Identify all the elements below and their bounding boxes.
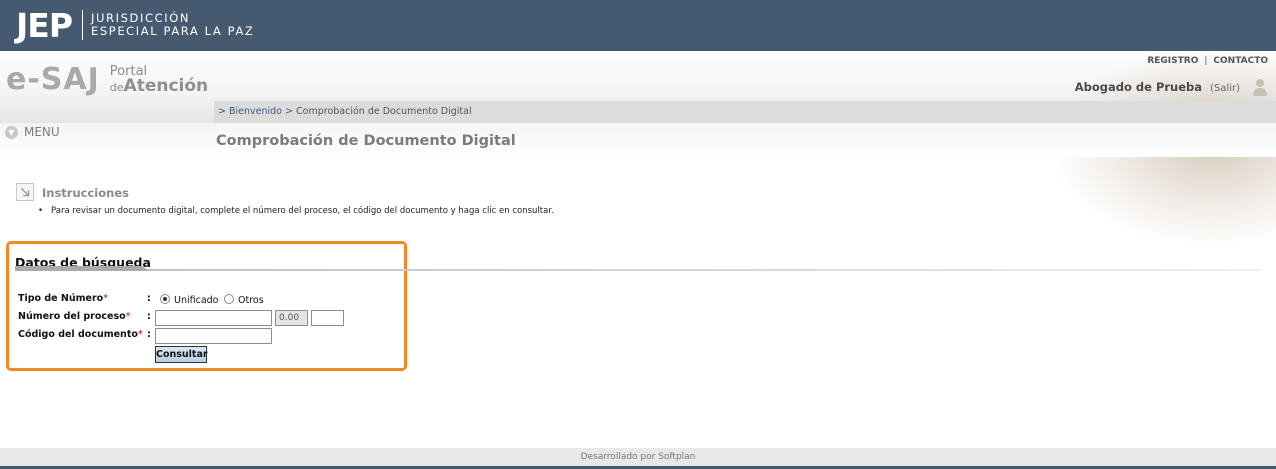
consultar-button[interactable]: Consultar bbox=[155, 346, 208, 363]
portal-atencion-label: Portal deAtención bbox=[109, 64, 209, 96]
colon: : bbox=[147, 329, 151, 340]
footer: Desarrollado por Softplan bbox=[0, 448, 1276, 466]
section-divider bbox=[15, 269, 1260, 271]
numero-extra-input[interactable] bbox=[311, 310, 344, 326]
colon: : bbox=[147, 293, 151, 304]
instructions-title: Instrucciones bbox=[42, 186, 129, 200]
top-banner: JEP JURISDICCIÓN ESPECIAL PARA LA PAZ bbox=[0, 0, 1276, 51]
contacto-link[interactable]: CONTACTO bbox=[1213, 56, 1268, 66]
breadcrumb: > Bienvenido > Comprobación de Documento… bbox=[218, 106, 472, 117]
codigo-documento-label: Código del documento* bbox=[18, 329, 143, 340]
esaj-logo[interactable]: e-SAJ Portal deAtención bbox=[6, 62, 208, 97]
menu-label: MENU bbox=[24, 125, 60, 139]
user-name: Abogado de Prueba bbox=[1074, 80, 1203, 94]
required-mark: * bbox=[103, 293, 108, 304]
jep-logo-letters: JEP bbox=[16, 5, 73, 45]
menu-button[interactable]: ▼ MENU bbox=[5, 125, 60, 139]
page-title: Comprobación de Documento Digital bbox=[216, 133, 516, 149]
radio-otros-label[interactable]: Otros bbox=[238, 295, 264, 306]
codigo-documento-label-text: Código del documento bbox=[18, 329, 138, 340]
logo-divider bbox=[82, 10, 84, 40]
instructions-bullet: • bbox=[38, 206, 44, 216]
codigo-documento-input[interactable] bbox=[155, 328, 272, 344]
numero-proceso-input[interactable] bbox=[155, 310, 272, 326]
required-mark: * bbox=[137, 329, 143, 340]
user-info: Abogado de Prueba (Salir) bbox=[1075, 80, 1240, 94]
breadcrumb-prefix: > bbox=[218, 106, 226, 117]
breadcrumb-separator: > bbox=[285, 106, 293, 117]
jep-logo-line2: ESPECIAL PARA LA PAZ bbox=[91, 24, 255, 38]
required-mark: * bbox=[125, 311, 131, 322]
jep-logo[interactable]: JEP JURISDICCIÓN ESPECIAL PARA LA PAZ bbox=[16, 5, 254, 45]
top-links: REGISTRO | CONTACTO bbox=[1147, 56, 1268, 66]
section-divider-tab bbox=[15, 266, 149, 271]
registro-link[interactable]: REGISTRO bbox=[1147, 56, 1198, 66]
numero-proceso-label: Número del proceso* bbox=[18, 311, 130, 322]
arrow-down-right-icon bbox=[16, 183, 34, 201]
jep-logo-text: JURISDICCIÓN ESPECIAL PARA LA PAZ bbox=[91, 12, 254, 38]
esaj-logo-name: e-SAJ bbox=[6, 62, 100, 97]
instructions-body: Para revisar un documento digital, compl… bbox=[51, 206, 554, 216]
radio-unificado[interactable] bbox=[160, 294, 170, 304]
tipo-numero-label: Tipo de Número* bbox=[18, 293, 108, 304]
jep-logo-line1: JURISDICCIÓN bbox=[91, 11, 191, 25]
numero-foro-input[interactable]: 0.00 bbox=[275, 310, 308, 326]
colon: : bbox=[147, 311, 151, 322]
menu-bar bbox=[0, 123, 1276, 157]
breadcrumb-current: Comprobación de Documento Digital bbox=[296, 106, 472, 117]
breadcrumb-home-link[interactable]: Bienvenido bbox=[229, 106, 282, 117]
user-icon bbox=[1253, 79, 1267, 96]
tipo-numero-label-text: Tipo de Número bbox=[18, 293, 104, 304]
instructions-text: • Para revisar un documento digital, comp… bbox=[38, 206, 554, 216]
numero-proceso-label-text: Número del proceso bbox=[18, 311, 126, 322]
portal-atencion-word: Atención bbox=[123, 75, 209, 96]
logout-link[interactable]: (Salir) bbox=[1210, 83, 1240, 94]
chevron-down-icon: ▼ bbox=[5, 125, 18, 139]
radio-unificado-label[interactable]: Unificado bbox=[174, 295, 219, 306]
radio-otros[interactable] bbox=[224, 294, 234, 304]
portal-de-word: de bbox=[109, 80, 124, 94]
top-links-separator: | bbox=[1204, 56, 1208, 66]
